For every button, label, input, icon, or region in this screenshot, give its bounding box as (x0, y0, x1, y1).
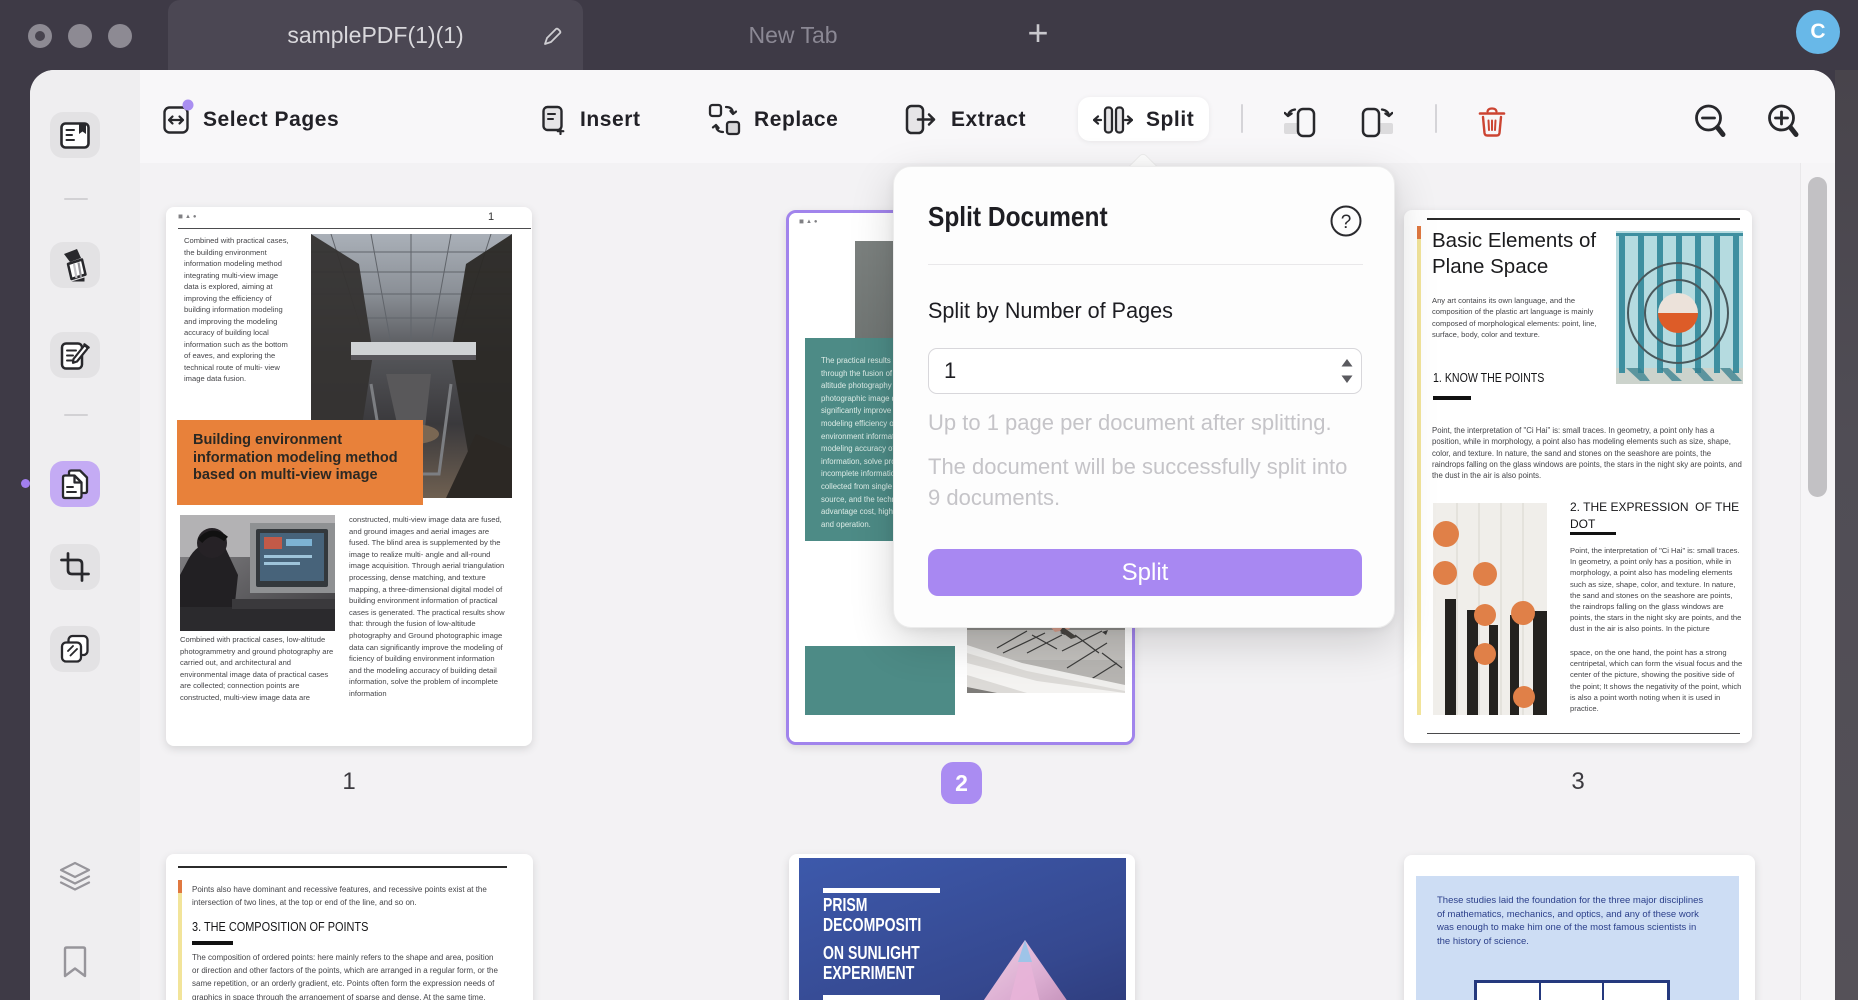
svg-text:?: ? (1341, 212, 1352, 233)
